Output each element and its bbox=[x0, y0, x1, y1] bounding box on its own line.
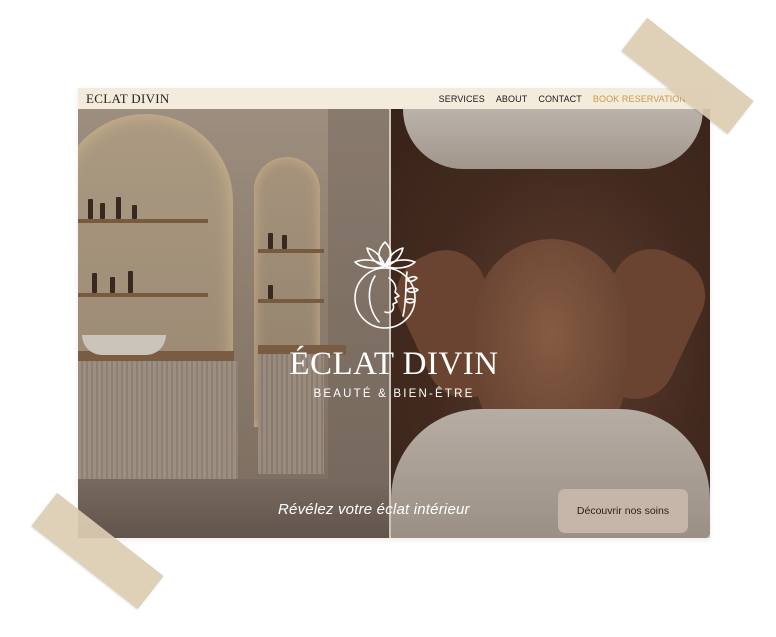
hero-subtitle: BEAUTÉ & BIEN-ÊTRE bbox=[313, 388, 475, 400]
website-mockup-card: ECLAT DIVIN SERVICES ABOUT CONTACT BOOK … bbox=[78, 88, 710, 538]
nav-link-contact[interactable]: CONTACT bbox=[538, 94, 582, 104]
nav-link-about[interactable]: ABOUT bbox=[496, 94, 528, 104]
nav-links: SERVICES ABOUT CONTACT BOOK RESERVATION bbox=[439, 94, 686, 104]
discover-treatments-button[interactable]: Découvrir nos soins bbox=[558, 489, 688, 533]
hero-title: ÉCLAT DIVIN bbox=[289, 346, 499, 382]
nav-link-services[interactable]: SERVICES bbox=[439, 94, 485, 104]
hero-tagline: Révélez votre éclat intérieur bbox=[278, 501, 470, 518]
top-navbar: ECLAT DIVIN SERVICES ABOUT CONTACT BOOK … bbox=[78, 88, 710, 109]
brand-logo-text[interactable]: ECLAT DIVIN bbox=[86, 91, 170, 107]
book-reservation-link[interactable]: BOOK RESERVATION bbox=[593, 94, 686, 104]
lotus-profile-icon bbox=[354, 241, 419, 329]
